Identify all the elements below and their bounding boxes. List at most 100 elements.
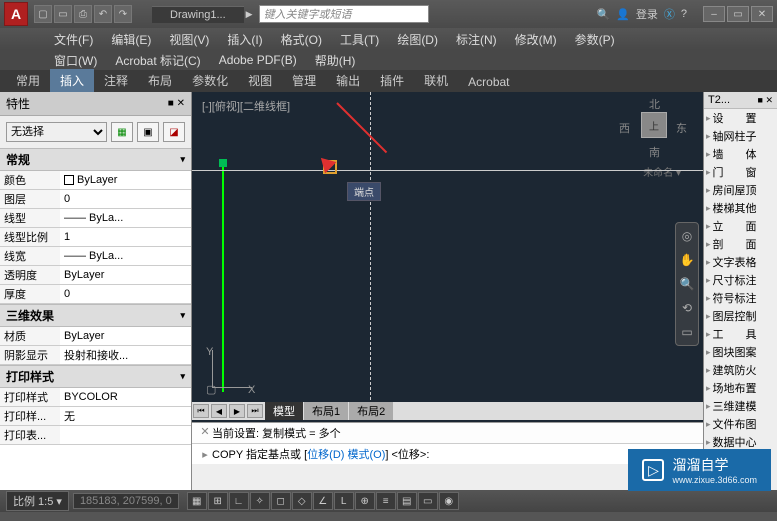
props-row[interactable]: 打印表...: [0, 426, 191, 445]
viewcube-n[interactable]: 北: [649, 96, 660, 112]
palette-close-icon[interactable]: ■ ✕: [168, 98, 185, 109]
menu-格式(O)[interactable]: 格式(O): [273, 29, 330, 50]
sb-sc-icon[interactable]: ◉: [439, 492, 459, 510]
sb-polar-icon[interactable]: ✧: [250, 492, 270, 510]
props-row[interactable]: 打印样...无: [0, 407, 191, 426]
menu-视图(V)[interactable]: 视图(V): [161, 29, 217, 50]
qat-new-icon[interactable]: ▢: [34, 5, 52, 23]
tab-next-icon[interactable]: ▶: [229, 404, 245, 418]
command-line[interactable]: ✕当前设置: 复制模式 = 多个 ▸ COPY 指定基点或 [位移(D) 模式(…: [192, 422, 703, 490]
nav-showmotion-icon[interactable]: ▭: [678, 323, 696, 341]
menu-工具(T)[interactable]: 工具(T): [332, 29, 387, 50]
props-row[interactable]: 打印样式BYCOLOR: [0, 388, 191, 407]
menu-Acrobat 标记(C)[interactable]: Acrobat 标记(C): [107, 50, 208, 71]
props-row[interactable]: 阴影显示投射和接收...: [0, 346, 191, 365]
props-row[interactable]: 线宽—— ByLa...: [0, 247, 191, 266]
ribbon-tab-管理[interactable]: 管理: [282, 69, 326, 92]
sb-osnap-icon[interactable]: ◻: [271, 492, 291, 510]
ribbon-tab-视图[interactable]: 视图: [238, 69, 282, 92]
menu-修改(M)[interactable]: 修改(M): [507, 29, 565, 50]
palette-item[interactable]: 三维建模: [704, 397, 777, 415]
nav-pan-icon[interactable]: ✋: [678, 251, 696, 269]
palette-item[interactable]: 轴网柱子: [704, 127, 777, 145]
quick-select-icon[interactable]: ▦: [111, 122, 133, 142]
tab-last-icon[interactable]: ⏭: [247, 404, 263, 418]
coordinate-display[interactable]: 185183, 207599, 0: [73, 493, 179, 509]
palette-item[interactable]: 场地布置: [704, 379, 777, 397]
menu-标注(N)[interactable]: 标注(N): [448, 29, 505, 50]
palette-item[interactable]: 图块图案: [704, 343, 777, 361]
menu-Adobe PDF(B)[interactable]: Adobe PDF(B): [211, 51, 305, 69]
sb-lwt-icon[interactable]: ≡: [376, 492, 396, 510]
ribbon-tab-联机[interactable]: 联机: [414, 69, 458, 92]
props-section-plot[interactable]: 打印样式: [0, 365, 191, 388]
login-link[interactable]: 登录: [636, 6, 658, 22]
menu-帮助(H)[interactable]: 帮助(H): [307, 50, 364, 71]
viewport-label[interactable]: [-][俯视][二维线框]: [202, 98, 290, 114]
menu-绘图(D)[interactable]: 绘图(D): [389, 29, 446, 50]
qat-open-icon[interactable]: ▭: [54, 5, 72, 23]
sb-ducs-icon[interactable]: L: [334, 492, 354, 510]
palette-item[interactable]: 立 面: [704, 217, 777, 235]
qat-redo-icon[interactable]: ↷: [114, 5, 132, 23]
sb-qp-icon[interactable]: ▭: [418, 492, 438, 510]
props-row[interactable]: 线型—— ByLa...: [0, 209, 191, 228]
qat-undo-icon[interactable]: ↶: [94, 5, 112, 23]
nav-zoom-icon[interactable]: 🔍: [678, 275, 696, 293]
select-objects-icon[interactable]: ▣: [137, 122, 159, 142]
ribbon-tab-常用[interactable]: 常用: [6, 69, 50, 92]
sb-otrack-icon[interactable]: ∠: [313, 492, 333, 510]
palette-item[interactable]: 文字表格: [704, 253, 777, 271]
maximize-button[interactable]: ▭: [727, 6, 749, 22]
palette-item[interactable]: 楼梯其他: [704, 199, 777, 217]
viewcube[interactable]: 北 南 西 东 上: [623, 98, 683, 158]
palette-item[interactable]: 文件布图: [704, 415, 777, 433]
palette-item[interactable]: 符号标注: [704, 289, 777, 307]
props-row[interactable]: 颜色ByLayer: [0, 171, 191, 190]
layout-tab-模型[interactable]: 模型: [265, 402, 303, 420]
palette-item[interactable]: 图层控制: [704, 307, 777, 325]
grip-start[interactable]: [219, 159, 227, 167]
palette-item[interactable]: 剖 面: [704, 235, 777, 253]
tab-play-icon[interactable]: ▶: [246, 9, 253, 20]
ribbon-tab-输出[interactable]: 输出: [326, 69, 370, 92]
viewcube-top[interactable]: 上: [641, 112, 667, 138]
sb-dyn-icon[interactable]: ⊕: [355, 492, 375, 510]
search-input[interactable]: 键入关键字或短语: [259, 5, 429, 23]
help-icon[interactable]: ?: [681, 8, 687, 20]
scale-control[interactable]: 比例 1:5 ▾: [6, 491, 69, 511]
palette-item[interactable]: 尺寸标注: [704, 271, 777, 289]
sb-3dosnap-icon[interactable]: ◇: [292, 492, 312, 510]
palette-item[interactable]: 房间屋顶: [704, 181, 777, 199]
ribbon-tab-插件[interactable]: 插件: [370, 69, 414, 92]
minimize-button[interactable]: –: [703, 6, 725, 22]
ribbon-tab-布局[interactable]: 布局: [138, 69, 182, 92]
ucs-icon[interactable]: Y X ▢: [202, 350, 252, 400]
nav-wheel-icon[interactable]: ◎: [678, 227, 696, 245]
layout-tab-布局2[interactable]: 布局2: [349, 402, 393, 420]
props-section-general[interactable]: 常规: [0, 148, 191, 171]
cmd-close-icon[interactable]: ✕: [198, 425, 212, 441]
layout-tab-布局1[interactable]: 布局1: [304, 402, 348, 420]
selection-filter[interactable]: 无选择: [6, 122, 107, 142]
sb-tpy-icon[interactable]: ▤: [397, 492, 417, 510]
close-button[interactable]: ✕: [751, 6, 773, 22]
menu-编辑(E)[interactable]: 编辑(E): [103, 29, 159, 50]
tab-prev-icon[interactable]: ◀: [211, 404, 227, 418]
props-row[interactable]: 透明度ByLayer: [0, 266, 191, 285]
viewcube-w[interactable]: 西: [619, 120, 630, 136]
props-row[interactable]: 线型比例1: [0, 228, 191, 247]
sb-snap-icon[interactable]: ⊞: [208, 492, 228, 510]
props-row[interactable]: 材质ByLayer: [0, 327, 191, 346]
menu-参数(P)[interactable]: 参数(P): [567, 29, 623, 50]
app-icon[interactable]: A: [4, 2, 28, 26]
props-row[interactable]: 厚度0: [0, 285, 191, 304]
palette-item[interactable]: 门 窗: [704, 163, 777, 181]
palette-item[interactable]: 工 具: [704, 325, 777, 343]
drawing-canvas[interactable]: [-][俯视][二维线框] 北 南 西 东 上 未命名 ▾ ◎ ✋ 🔍 ⟲ ▭ …: [192, 92, 703, 490]
menu-窗口(W)[interactable]: 窗口(W): [46, 50, 105, 71]
palette-item[interactable]: 设 置: [704, 109, 777, 127]
search-icon[interactable]: 🔍: [596, 8, 610, 21]
nav-orbit-icon[interactable]: ⟲: [678, 299, 696, 317]
menu-插入(I)[interactable]: 插入(I): [219, 29, 270, 50]
